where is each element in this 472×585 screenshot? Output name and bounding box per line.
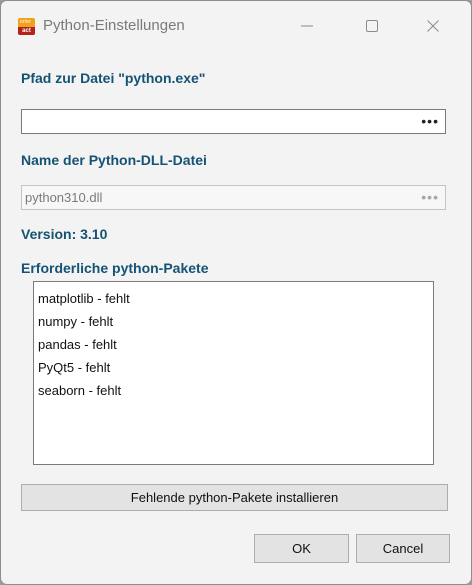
close-button[interactable]: [413, 11, 453, 43]
window-title: Python-Einstellungen: [43, 17, 185, 34]
packages-label: Erforderliche python-Pakete: [21, 260, 209, 276]
minimize-button[interactable]: [287, 11, 327, 43]
minimize-icon: [301, 25, 313, 27]
close-icon: [427, 20, 439, 32]
ok-button[interactable]: OK: [254, 534, 349, 563]
list-item[interactable]: pandas - fehlt: [38, 333, 429, 356]
cancel-button[interactable]: Cancel: [356, 534, 450, 563]
list-item[interactable]: PyQt5 - fehlt: [38, 356, 429, 379]
app-icon-top-text: inter: [20, 19, 32, 25]
app-icon-bottom-text: act: [18, 27, 35, 35]
list-item[interactable]: numpy - fehlt: [38, 310, 429, 333]
browse-dll-button: •••: [421, 189, 439, 205]
browse-python-path-button[interactable]: •••: [421, 112, 439, 131]
app-icon: inter act: [18, 18, 35, 35]
list-item[interactable]: seaborn - fehlt: [38, 379, 429, 402]
python-settings-dialog: inter act Python-Einstellungen Pfad zur …: [0, 0, 472, 585]
list-item[interactable]: matplotlib - fehlt: [38, 287, 429, 310]
python-path-input[interactable]: [25, 112, 405, 131]
python-path-field[interactable]: •••: [21, 109, 446, 134]
python-path-label: Pfad zur Datei "python.exe": [21, 70, 206, 86]
maximize-icon: [366, 20, 378, 32]
maximize-button[interactable]: [352, 11, 392, 43]
title-bar[interactable]: inter act Python-Einstellungen: [1, 1, 471, 51]
version-label: Version: 3.10: [21, 226, 108, 242]
packages-list[interactable]: matplotlib - fehlt numpy - fehlt pandas …: [33, 281, 434, 465]
dll-name-input: [25, 188, 405, 207]
dll-name-field: •••: [21, 185, 446, 210]
dll-name-label: Name der Python-DLL-Datei: [21, 152, 207, 168]
install-packages-button[interactable]: Fehlende python-Pakete installieren: [21, 484, 448, 511]
